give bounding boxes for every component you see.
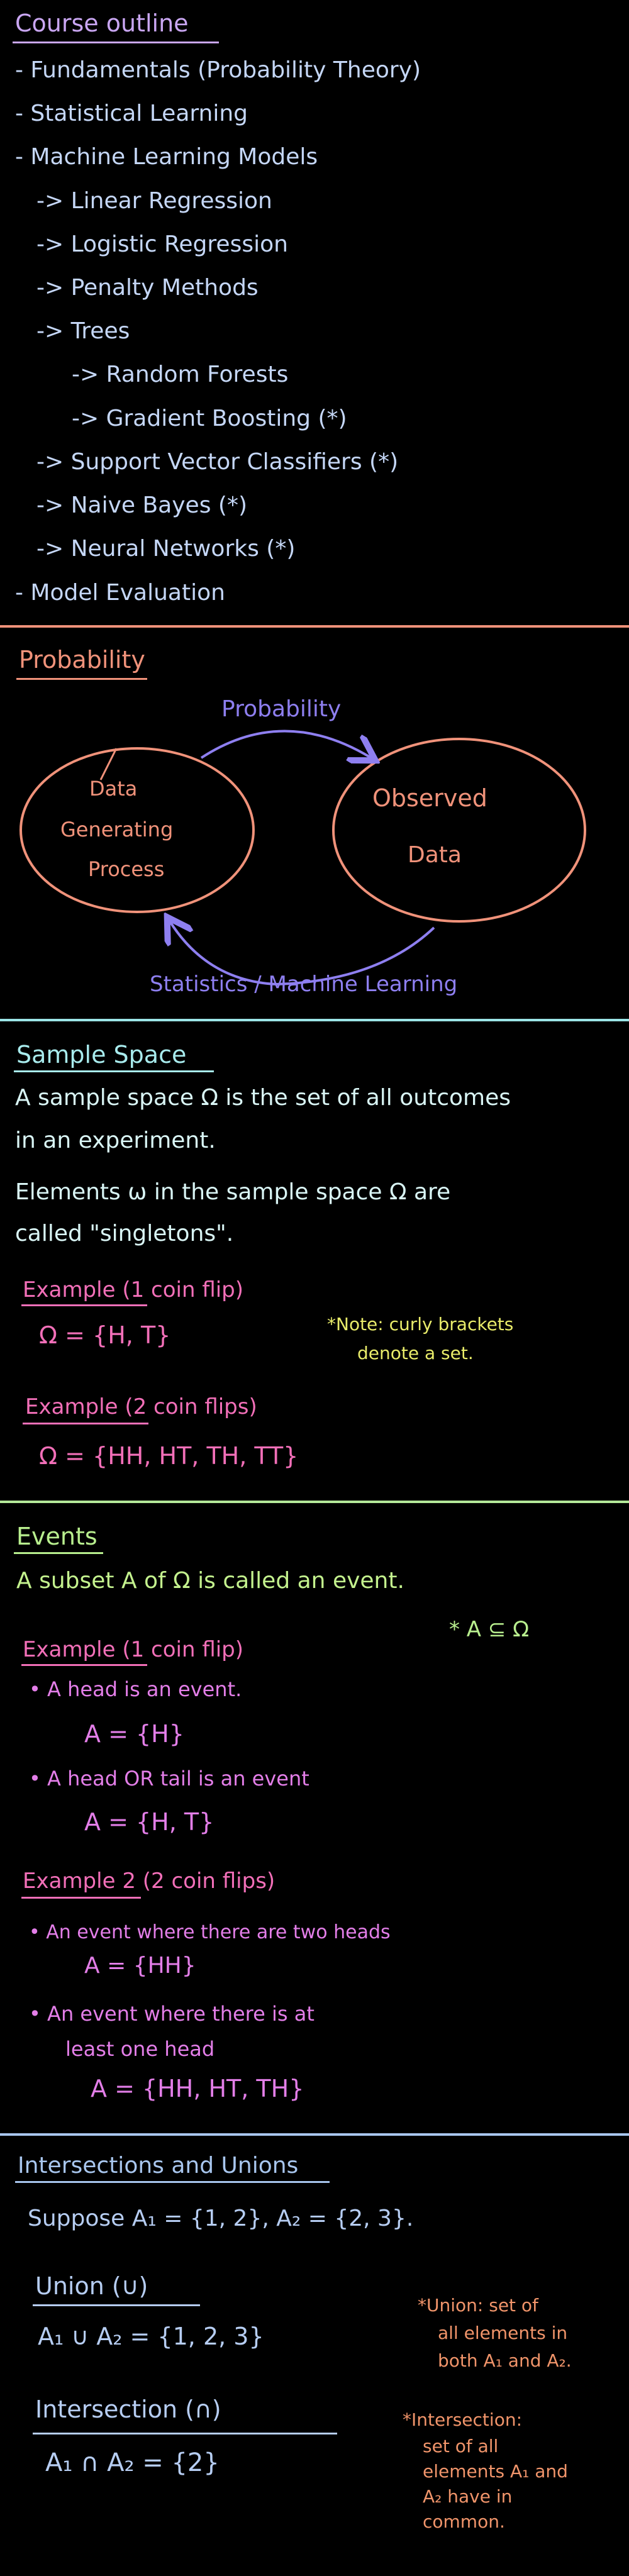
outline-item: -> Neural Networks (*) [36,536,296,562]
union-equation: A₁ ∪ A₂ = {1, 2, 3} [38,2323,264,2350]
section-divider [0,1501,629,1503]
section-divider [0,2133,629,2136]
event-bullet: least one head [65,2037,215,2061]
sample-space-text: in an experiment. [15,1128,216,1153]
sample-space-equation: Ω = {H, T} [39,1321,171,1349]
event-equation: A = {H} [84,1720,184,1748]
event-bullet: • A head OR tail is an event [29,1767,309,1790]
event-bullet: • A head is an event. [29,1677,242,1701]
sample-space-text: called "singletons". [15,1221,234,1246]
outline-item: - Fundamentals (Probability Theory) [15,57,421,83]
union-note: *Union: set of [418,2295,538,2316]
intersection-note: set of all [423,2436,499,2457]
probability-title-underline [16,678,147,680]
bottom-arrow-label: Statistics / Machine Learning [150,972,458,997]
outline-item: -> Naive Bayes (*) [36,492,247,518]
outline-item: -> Support Vector Classifiers (*) [36,449,399,475]
sets-title-underline [15,2181,330,2183]
subset-note: * A ⊆ Ω [449,1617,530,1642]
pointer-line [99,748,118,780]
probability-title: Probability [19,646,145,674]
event-equation: A = {H, T} [84,1808,214,1836]
example-label: Example (1 coin flip) [23,1277,244,1302]
intersection-note: common. [423,2511,505,2532]
outline-item: -> Linear Regression [36,188,272,214]
outline-item: - Model Evaluation [15,580,225,606]
intersection-underline [33,2433,337,2434]
intersection-equation: A₁ ∩ A₂ = {2} [45,2448,220,2477]
lecture-notes-page: Course outline - Fundamentals (Probabili… [0,0,629,2576]
outline-item: -> Random Forests [72,362,289,387]
left-circle-text: Process [88,857,165,881]
intersection-note: *Intersection: [403,2409,522,2430]
note-text: *Note: curly brackets [327,1314,514,1335]
example-label: Example (1 coin flip) [23,1637,244,1662]
right-circle [332,738,586,923]
event-equation: A = {HH, HT, TH} [91,2075,304,2102]
note-text: denote a set. [357,1343,474,1363]
outline-item: -> Logistic Regression [36,231,288,257]
union-note: both A₁ and A₂. [438,2350,572,2371]
events-intro: A subset A of Ω is called an event. [16,1568,404,1594]
outline-item: -> Penalty Methods [36,275,259,301]
example-underline [23,1423,148,1424]
left-circle-text: Data [89,777,138,801]
sample-space-text: A sample space Ω is the set of all outco… [15,1085,511,1111]
intersection-label: Intersection (∩) [35,2396,221,2423]
left-circle-text: Generating [60,818,174,841]
events-title-underline [14,1552,103,1554]
example-underline [21,1664,147,1666]
union-underline [33,2304,200,2306]
sample-space-text: Elements ω in the sample space Ω are [15,1179,451,1205]
sample-space-title: Sample Space [16,1041,187,1069]
right-circle-text: Data [408,842,462,868]
outline-item: - Machine Learning Models [15,144,318,170]
top-arrow [200,730,371,758]
outline-item: -> Trees [36,318,130,344]
intersection-note: A₂ have in [423,2486,513,2507]
outline-item: - Statistical Learning [15,101,248,126]
outline-item: -> Gradient Boosting (*) [72,406,347,431]
event-equation: A = {HH} [84,1953,196,1979]
union-label: Union (∪) [35,2272,148,2300]
example-label: Example (2 coin flips) [25,1394,257,1419]
sets-title: Intersections and Unions [18,2153,299,2179]
union-note: all elements in [438,2323,568,2343]
sets-suppose: Suppose A₁ = {1, 2}, A₂ = {2, 3}. [28,2206,414,2231]
example-label: Example 2 (2 coin flips) [23,1868,276,1894]
event-bullet: • An event where there is at [29,2002,314,2026]
event-bullet: • An event where there are two heads [29,1921,391,1943]
sample-space-title-underline [14,1070,214,1072]
section-divider [0,1019,629,1021]
example-underline [21,1897,141,1899]
outline-title: Course outline [15,9,189,37]
events-title: Events [16,1523,97,1550]
sample-space-equation: Ω = {HH, HT, TH, TT} [39,1442,299,1470]
right-circle-text: Observed [372,784,487,812]
top-arrow-label: Probability [221,696,342,722]
example-underline [21,1304,147,1306]
outline-title-underline [13,42,219,43]
section-divider [0,625,629,628]
intersection-note: elements A₁ and [423,2461,568,2482]
